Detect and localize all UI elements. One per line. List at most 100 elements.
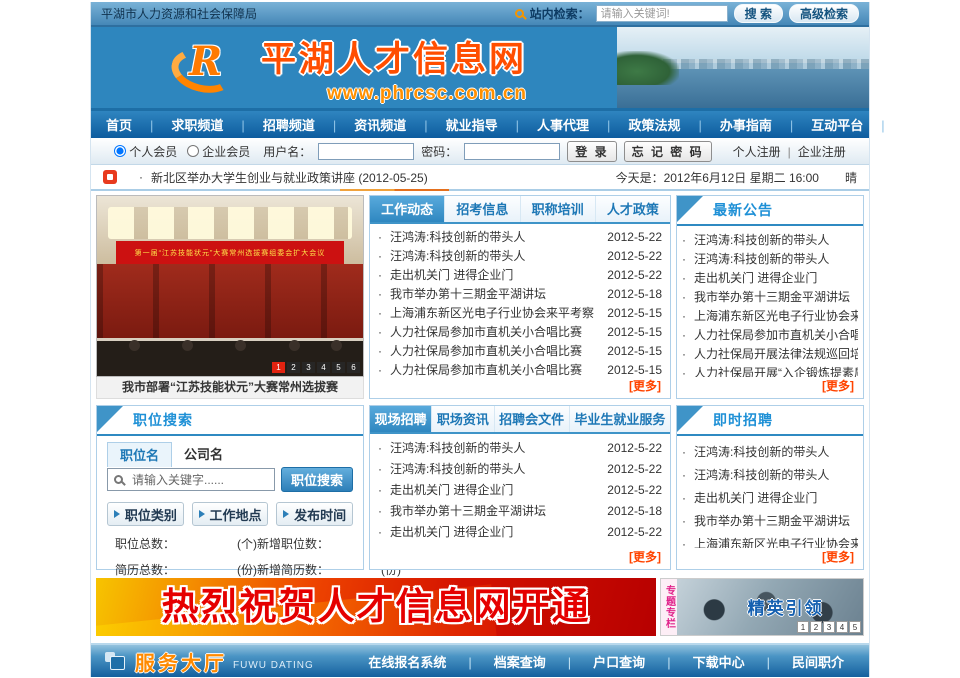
service-link[interactable]: 下载中心	[656, 652, 755, 671]
person-graphic	[331, 340, 342, 351]
news-tab[interactable]: 招聘会文件	[495, 406, 570, 432]
news-item[interactable]: · 汪鸿涛:科技创新的带头人	[682, 463, 858, 486]
news-item[interactable]: · 走出机关门 进得企业门 2012-5-22	[378, 265, 662, 284]
service-link[interactable]: 户口查询	[557, 652, 656, 671]
news-item[interactable]: · 走出机关门 进得企业门	[682, 486, 858, 509]
nav-item[interactable]: 人事代理	[507, 115, 598, 134]
news-item[interactable]: · 人力社保局开展法律法规巡回培训	[682, 344, 858, 363]
job-search-tab[interactable]: 职位名	[107, 442, 172, 467]
bullet-icon: ·	[682, 233, 694, 247]
news-title: 人力社保局参加市直机关小合唱比赛	[390, 323, 600, 340]
service-hall-title: 服务大厅	[135, 647, 227, 676]
news-tab[interactable]: 工作动态	[370, 196, 445, 222]
filter-button[interactable]: 职位类别	[107, 502, 184, 526]
news-item[interactable]: · 人力社保局参加市直机关小合唱比赛	[682, 325, 858, 344]
news-item[interactable]: · 上海浦东新区光电子行业协会来平考	[682, 532, 858, 548]
photo-page-button[interactable]: 4	[317, 362, 330, 373]
member-type-radio[interactable]	[114, 145, 126, 157]
news-item[interactable]: · 汪鸿涛:科技创新的带头人	[682, 249, 858, 268]
celebration-banner[interactable]: 热烈祝贺人才信息网开通	[96, 578, 656, 636]
news-item[interactable]: · 我市举办第十三期金平湖讲坛 2012-5-18	[378, 500, 662, 521]
news-tab[interactable]: 毕业生就业服务	[570, 406, 670, 432]
nav-item[interactable]: 互动平台	[781, 115, 872, 134]
register-link[interactable]: 企业注册	[781, 143, 846, 160]
news-item[interactable]: · 人力社保局开展“入企锻炼提素质”	[682, 363, 858, 377]
more-link[interactable]: [更多]	[677, 377, 863, 398]
news-item[interactable]: · 走出机关门 进得企业门 2012-5-22	[378, 521, 662, 542]
service-link[interactable]: 民间职介	[756, 652, 855, 671]
topic-page-button[interactable]: 4	[836, 621, 848, 633]
register-link[interactable]: 个人注册	[733, 143, 781, 160]
news-item[interactable]: · 我市举办第十三期金平湖讲坛	[682, 509, 858, 532]
corner-graphic	[97, 406, 123, 432]
news-item[interactable]: · 汪鸿涛:科技创新的带头人	[682, 230, 858, 249]
filter-button[interactable]: 工作地点	[192, 502, 269, 526]
news-item[interactable]: · 汪鸿涛:科技创新的带头人	[682, 440, 858, 463]
news-item[interactable]: · 走出机关门 进得企业门	[682, 268, 858, 287]
special-topic-banner[interactable]: 专题专栏 精英引领 12345	[660, 578, 864, 636]
site-search-input[interactable]	[596, 5, 728, 22]
news-tab[interactable]: 职称培训	[521, 196, 596, 222]
more-link[interactable]: [更多]	[370, 548, 670, 569]
news-item[interactable]: · 人力社保局参加市直机关小合唱比赛 2012-5-15	[378, 322, 662, 341]
job-search-button[interactable]: 职位搜索	[281, 467, 353, 492]
news-item[interactable]: · 汪鸿涛:科技创新的带头人 2012-5-22	[378, 246, 662, 265]
news-tab[interactable]: 职场资讯	[432, 406, 494, 432]
photo-page-button[interactable]: 1	[272, 362, 285, 373]
member-type-option[interactable]: 企业会员	[187, 143, 250, 160]
news-item[interactable]: · 上海浦东新区光电子行业协会来平考	[682, 306, 858, 325]
member-type-option[interactable]: 个人会员	[114, 143, 177, 160]
news-item[interactable]: · 汪鸿涛:科技创新的带头人 2012-5-22	[378, 437, 662, 458]
news-title: 走出机关门 进得企业门	[694, 269, 858, 286]
password-field[interactable]	[464, 143, 560, 160]
ticker-news-link[interactable]: 新北区举办大学生创业与就业政策讲座 (2012-05-25)	[151, 169, 428, 186]
topic-page-button[interactable]: 5	[849, 621, 861, 633]
news-item[interactable]: · 我市举办第十三期金平湖讲坛	[682, 287, 858, 306]
nav-item[interactable]: 办事指南	[689, 115, 780, 134]
nav-item[interactable]: 政策法规	[598, 115, 689, 134]
topic-page-button[interactable]: 2	[810, 621, 822, 633]
member-type-label: 个人会员	[129, 143, 177, 160]
service-link[interactable]: 在线报名系统	[357, 652, 457, 671]
job-search-tab[interactable]: 公司名	[172, 442, 235, 467]
news-item[interactable]: · 走出机关门 进得企业门 2012-5-22	[378, 479, 662, 500]
nav-item[interactable]: 就业指导	[415, 115, 506, 134]
nav-item[interactable]: 资讯频道	[324, 115, 415, 134]
news-tab[interactable]: 现场招聘	[370, 406, 432, 432]
photo-page-button[interactable]: 2	[287, 362, 300, 373]
main-nav: 首页求职频道招聘频道资讯频道就业指导人事代理政策法规办事指南互动平台下载中心网站…	[91, 111, 869, 138]
nav-item[interactable]: 招聘频道	[232, 115, 323, 134]
photo-caption[interactable]: 我市部署“江苏技能状元”大赛常州选拔赛	[96, 377, 364, 399]
nav-item[interactable]: 求职频道	[141, 115, 232, 134]
filter-button[interactable]: 发布时间	[276, 502, 353, 526]
news-item[interactable]: · 汪鸿涛:科技创新的带头人 2012-5-22	[378, 227, 662, 246]
username-field[interactable]	[318, 143, 414, 160]
service-link[interactable]: 档案查询	[457, 652, 556, 671]
photo-page-button[interactable]: 5	[332, 362, 345, 373]
forgot-password-button[interactable]: 忘 记 密 码	[624, 141, 712, 162]
news-photo[interactable]: 第一届“江苏技能状元”大赛常州选拔赛组委会扩大会议 123456	[96, 195, 364, 377]
nav-item[interactable]: 首页	[97, 115, 141, 134]
news-tab[interactable]: 人才政策	[596, 196, 670, 222]
photo-page-button[interactable]: 6	[347, 362, 360, 373]
news-item[interactable]: · 汪鸿涛:科技创新的带头人 2012-5-22	[378, 458, 662, 479]
photo-page-button[interactable]: 3	[302, 362, 315, 373]
filter-label: 工作地点	[210, 505, 262, 524]
bullet-icon: ·	[378, 504, 390, 518]
member-type-radio[interactable]	[187, 145, 199, 157]
nav-item[interactable]: 下载中心	[872, 115, 960, 134]
news-item[interactable]: · 上海浦东新区光电子行业协会来平考察 2012-5-15	[378, 303, 662, 322]
news-item[interactable]: · 人力社保局参加市直机关小合唱比赛 2012-5-15	[378, 341, 662, 360]
search-button[interactable]: 搜 索	[734, 4, 783, 23]
keyword-input[interactable]	[107, 468, 275, 491]
site-logo-icon[interactable]: R	[171, 40, 245, 96]
more-link[interactable]: [更多]	[370, 377, 670, 398]
topic-page-button[interactable]: 3	[823, 621, 835, 633]
more-link[interactable]: [更多]	[677, 548, 863, 569]
news-item[interactable]: · 人力社保局参加市直机关小合唱比赛 2012-5-15	[378, 360, 662, 377]
news-tab[interactable]: 招考信息	[445, 196, 520, 222]
advanced-search-button[interactable]: 高级检索	[789, 4, 859, 23]
login-button[interactable]: 登 录	[567, 141, 616, 162]
news-item[interactable]: · 我市举办第十三期金平湖讲坛 2012-5-18	[378, 284, 662, 303]
topic-page-button[interactable]: 1	[797, 621, 809, 633]
